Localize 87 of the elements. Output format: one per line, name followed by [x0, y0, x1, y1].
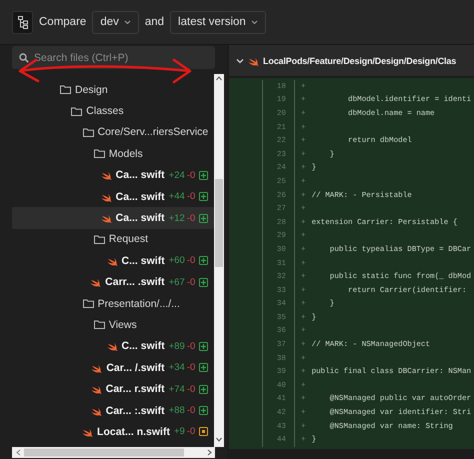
file-path: LocalPods/Feature/Design/Design/Design/Clas — [263, 56, 456, 66]
added-count: +60 — [168, 255, 185, 266]
swift-bird-icon — [100, 170, 112, 180]
collapse-chevron-icon[interactable] — [236, 58, 244, 64]
folder-row[interactable]: Views — [12, 314, 214, 336]
added-count: +44 — [168, 191, 185, 202]
vertical-scrollbar[interactable] — [214, 74, 224, 447]
folder-name: Core/Serv...riersService — [98, 126, 208, 138]
swift-bird-icon — [91, 362, 102, 373]
folder-icon — [82, 299, 94, 308]
file-name: C... swift — [122, 254, 165, 267]
folder-row[interactable]: Design — [12, 79, 214, 100]
file-name: C... swift — [122, 340, 165, 352]
search-field[interactable]: Search files (Ctrl+P) — [12, 46, 215, 69]
folder-icon — [94, 234, 105, 244]
folder-row[interactable]: Request — [12, 228, 214, 250]
swift-bird-icon — [106, 341, 118, 352]
file-row[interactable]: Car... :.swift +88 -0 — [12, 400, 214, 422]
added-count: +88 — [168, 405, 185, 416]
swift-bird-icon — [90, 277, 102, 288]
file-row[interactable]: Ca... swift +12 -0 — [12, 207, 214, 229]
file-name: Carr... .swift — [105, 276, 165, 288]
swift-bird-icon — [90, 384, 102, 394]
removed-count: -0 — [186, 340, 196, 352]
folder-icon — [94, 320, 105, 330]
added-count: +74 — [168, 384, 185, 395]
folder-name: Views — [108, 318, 137, 331]
folder-row[interactable]: Presentation/.../... — [12, 292, 214, 314]
file-tree-button[interactable] — [12, 10, 33, 34]
file-row[interactable]: C... swift +60 -0 — [12, 250, 214, 272]
folder-icon — [71, 106, 82, 116]
file-name: Ca... swift — [116, 169, 165, 182]
file-name: Ca... swift — [116, 190, 165, 203]
folder-icon — [82, 128, 94, 137]
file-row[interactable]: Ca... swift +44 -0 — [12, 186, 214, 208]
file-row[interactable]: Carr... .swift +67 -0 — [12, 272, 214, 293]
removed-count: -0 — [186, 255, 196, 266]
hierarchy-icon — [18, 16, 28, 28]
swift-bird-icon — [100, 192, 112, 202]
removed-count: -0 — [186, 170, 196, 181]
added-count: +34 — [168, 362, 185, 374]
file-name: Ca... swift — [116, 212, 165, 224]
search-input[interactable]: Search files (Ctrl+P) — [34, 52, 208, 64]
swift-bird-icon — [90, 406, 102, 416]
target-version-dropdown[interactable]: latest version — [170, 10, 266, 34]
horizontal-scrollbar[interactable] — [12, 447, 215, 458]
added-count: +24 — [168, 170, 185, 181]
file-name: Car... /.swift — [106, 362, 165, 374]
folder-name: Classes — [86, 105, 124, 118]
caret-icon — [124, 20, 131, 24]
file-name: Car... r.swift — [106, 383, 165, 396]
removed-count: -0 — [186, 212, 196, 224]
removed-count: -0 — [186, 384, 196, 395]
folder-name: Presentation/.../... — [98, 298, 180, 310]
added-count: +89 — [168, 340, 185, 352]
file-row[interactable]: Locat... n.swift +9 -0 — [12, 421, 214, 443]
added-count: +12 — [168, 212, 185, 224]
removed-count: -0 — [186, 276, 196, 288]
file-row[interactable]: Ca... swift +24 -0 — [12, 164, 214, 186]
compare-label: Compare — [39, 16, 86, 28]
folder-icon — [94, 149, 105, 158]
added-count: +9 — [174, 426, 185, 438]
folder-name: Design — [75, 84, 108, 96]
folder-name: Request — [108, 233, 148, 246]
file-row[interactable]: Car... /.swift +34 -0 — [12, 357, 214, 378]
swift-bird-icon — [106, 256, 118, 266]
removed-count: -0 — [186, 191, 196, 202]
folder-name: Models — [108, 148, 143, 160]
folder-row[interactable]: Models — [12, 143, 214, 165]
swift-bird-icon — [100, 213, 112, 224]
and-label: and — [144, 16, 164, 28]
file-name: Car... :.swift — [106, 404, 165, 417]
folder-icon — [60, 85, 71, 94]
removed-count: -0 — [186, 362, 196, 374]
file-row[interactable]: Car... r.swift +74 -0 — [12, 378, 214, 400]
file-name: Locat... n.swift — [97, 426, 170, 438]
folder-row[interactable]: Classes — [12, 100, 214, 122]
removed-count: -0 — [186, 426, 196, 438]
base-branch-dropdown[interactable]: dev — [92, 10, 139, 34]
swift-bird-icon — [82, 426, 94, 437]
swift-bird-icon — [248, 56, 259, 66]
folder-row[interactable]: Core/Serv...riersService — [12, 122, 214, 144]
added-count: +67 — [168, 276, 185, 288]
caret-icon — [250, 20, 258, 24]
removed-count: -0 — [186, 405, 196, 416]
search-icon — [19, 52, 29, 62]
file-row[interactable]: C... swift +89 -0 — [12, 336, 214, 358]
